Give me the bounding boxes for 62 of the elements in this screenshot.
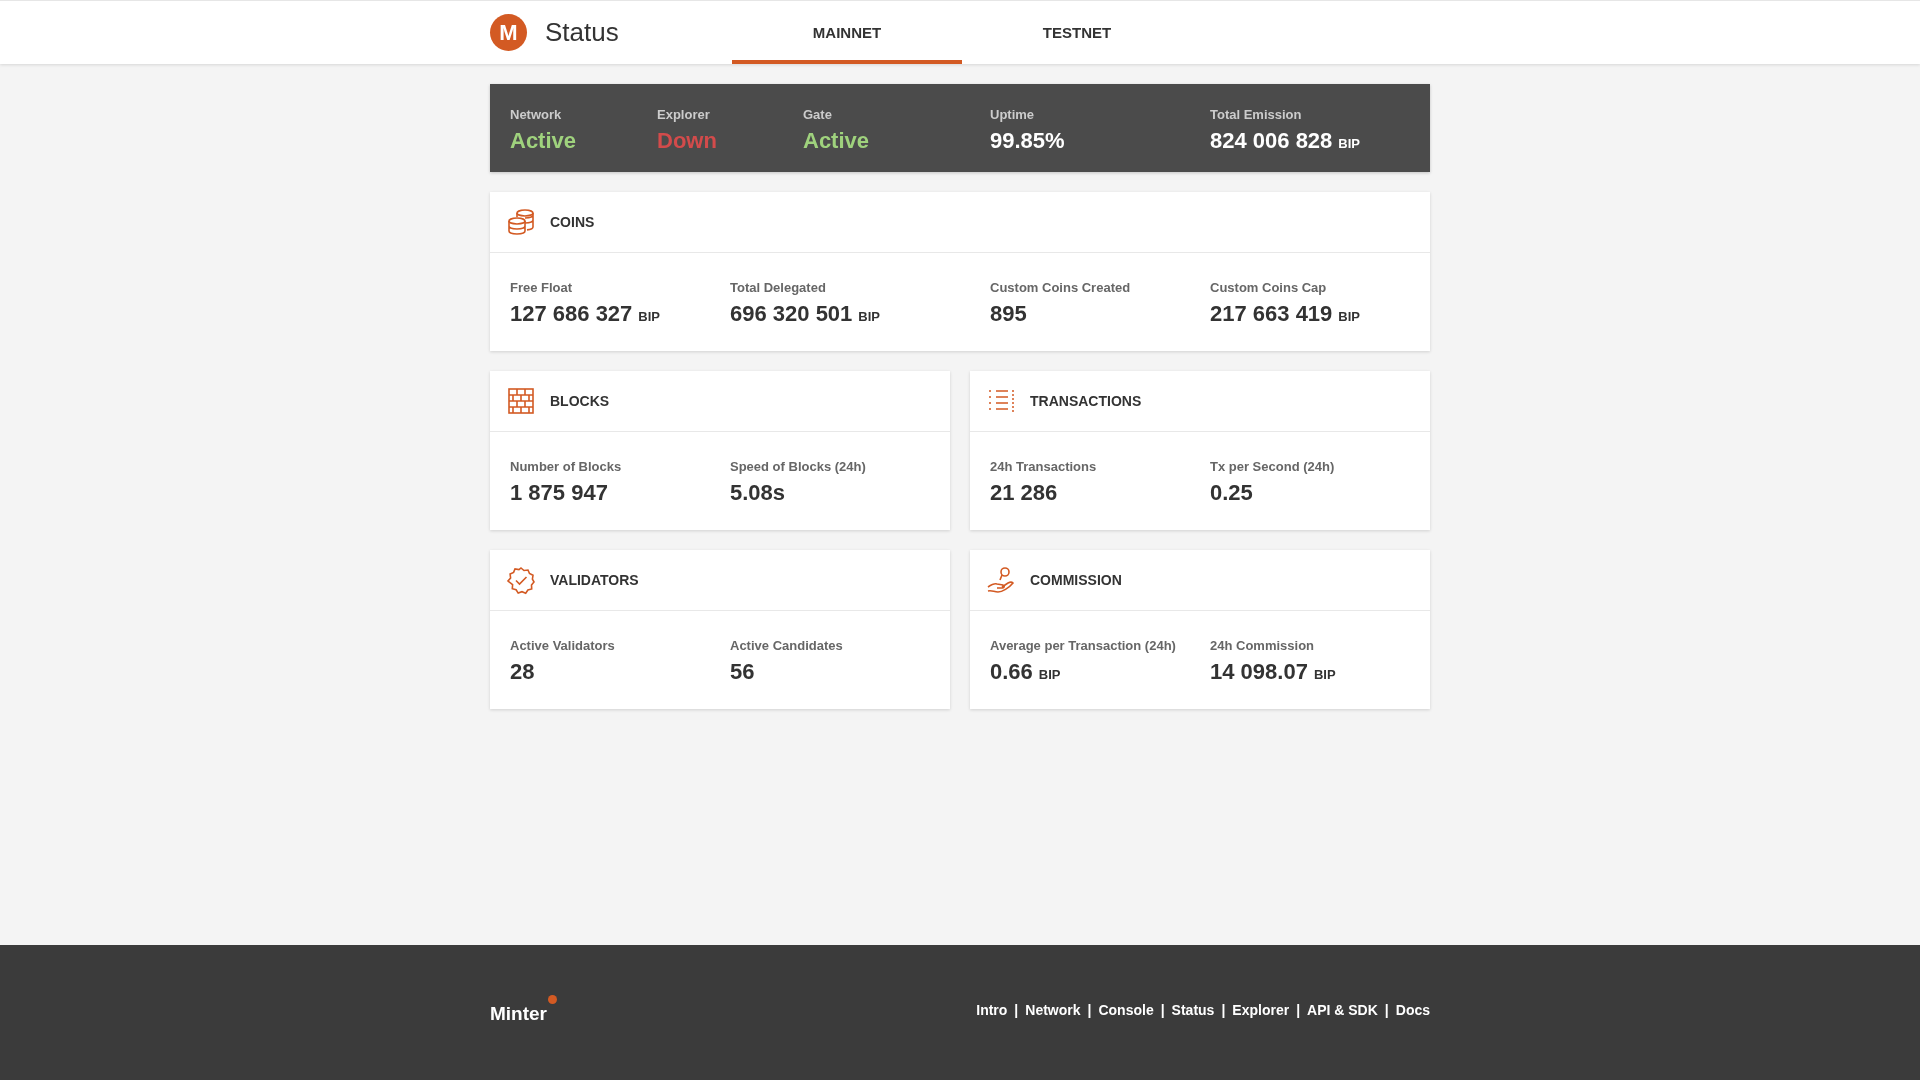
coins-icon — [506, 207, 536, 237]
stat-label: Speed of Blocks (24h) — [730, 459, 867, 474]
stat-label: Explorer — [657, 107, 711, 122]
stat-value: 824 006 828 BIP — [1210, 128, 1361, 154]
stat-label: Network — [510, 107, 563, 122]
stat-value: 99.85% — [990, 128, 1066, 154]
footer-link[interactable]: Console — [1098, 1001, 1154, 1018]
stat-value: 895 — [990, 301, 1028, 327]
hand-coin-icon — [986, 565, 1016, 595]
network-tab[interactable]: MAINNET — [732, 1, 962, 64]
footer-link[interactable]: Docs — [1395, 1001, 1430, 1018]
stat-value: 217 663 419 BIP — [1210, 301, 1361, 327]
link-separator: | — [1296, 1001, 1301, 1018]
footer-link[interactable]: Explorer — [1232, 1001, 1290, 1018]
footer-link[interactable]: Intro — [976, 1001, 1008, 1018]
link-separator: | — [1384, 1001, 1389, 1018]
stat-value: 696 320 501 BIP — [730, 301, 881, 327]
stat-label: 24h Transactions — [990, 459, 1098, 474]
stat-label: Total Emission — [1210, 107, 1303, 122]
stat-label: Custom Coins Cap — [1210, 280, 1328, 295]
stat-label: Average per Transaction (24h) — [990, 638, 1177, 653]
logo[interactable]: M — [490, 14, 527, 51]
stat-label: Active Candidates — [730, 638, 844, 653]
stat-value: 5.08s — [730, 480, 787, 506]
stat-label: Number of Blocks — [510, 459, 623, 474]
link-separator: | — [1014, 1001, 1019, 1018]
stat-value: 21 286 — [990, 480, 1059, 506]
link-separator: | — [1087, 1001, 1092, 1018]
stat-label: Free Float — [510, 280, 574, 295]
link-separator: | — [1160, 1001, 1165, 1018]
stat-value: Active — [803, 128, 871, 154]
stat-value: Active — [510, 128, 578, 154]
stat-value: 127 686 327 BIP — [510, 301, 661, 327]
stat-label: Total Delegated — [730, 280, 827, 295]
stat-label: Active Validators — [510, 638, 616, 653]
stat-label: Custom Coins Created — [990, 280, 1132, 295]
page-title: Status — [545, 17, 619, 48]
stat-label: Tx per Second (24h) — [1210, 459, 1336, 474]
footer-link[interactable]: Network — [1025, 1001, 1081, 1018]
card-title: BLOCKS — [550, 393, 610, 409]
stat-value: 0.25 — [1210, 480, 1254, 506]
card-title: COMMISSION — [1030, 572, 1122, 588]
stat-value: 28 — [510, 659, 536, 685]
stat-value: 1 875 947 — [510, 480, 609, 506]
network-tab[interactable]: TESTNET — [962, 1, 1192, 64]
footer-logo-text: Minter — [490, 1001, 547, 1025]
brick-wall-icon — [506, 386, 536, 416]
stat-value: 56 — [730, 659, 756, 685]
card-title: COINS — [550, 214, 595, 230]
card-title: VALIDATORS — [550, 572, 639, 588]
logo-dot-icon — [548, 994, 557, 1004]
stat-label: Uptime — [990, 107, 1036, 122]
stat-value: Down — [657, 128, 718, 154]
stat-value: 0.66 BIP — [990, 659, 1062, 685]
card-title: TRANSACTIONS — [1030, 393, 1142, 409]
footer-link[interactable]: API & SDK — [1307, 1001, 1378, 1018]
link-separator: | — [1221, 1001, 1226, 1018]
stat-label: Gate — [803, 107, 833, 122]
stat-label: 24h Commission — [1210, 638, 1316, 653]
stat-value: 14 098.07 BIP — [1210, 659, 1337, 685]
footer-link[interactable]: Status — [1171, 1001, 1215, 1018]
badge-check-icon — [506, 565, 536, 595]
